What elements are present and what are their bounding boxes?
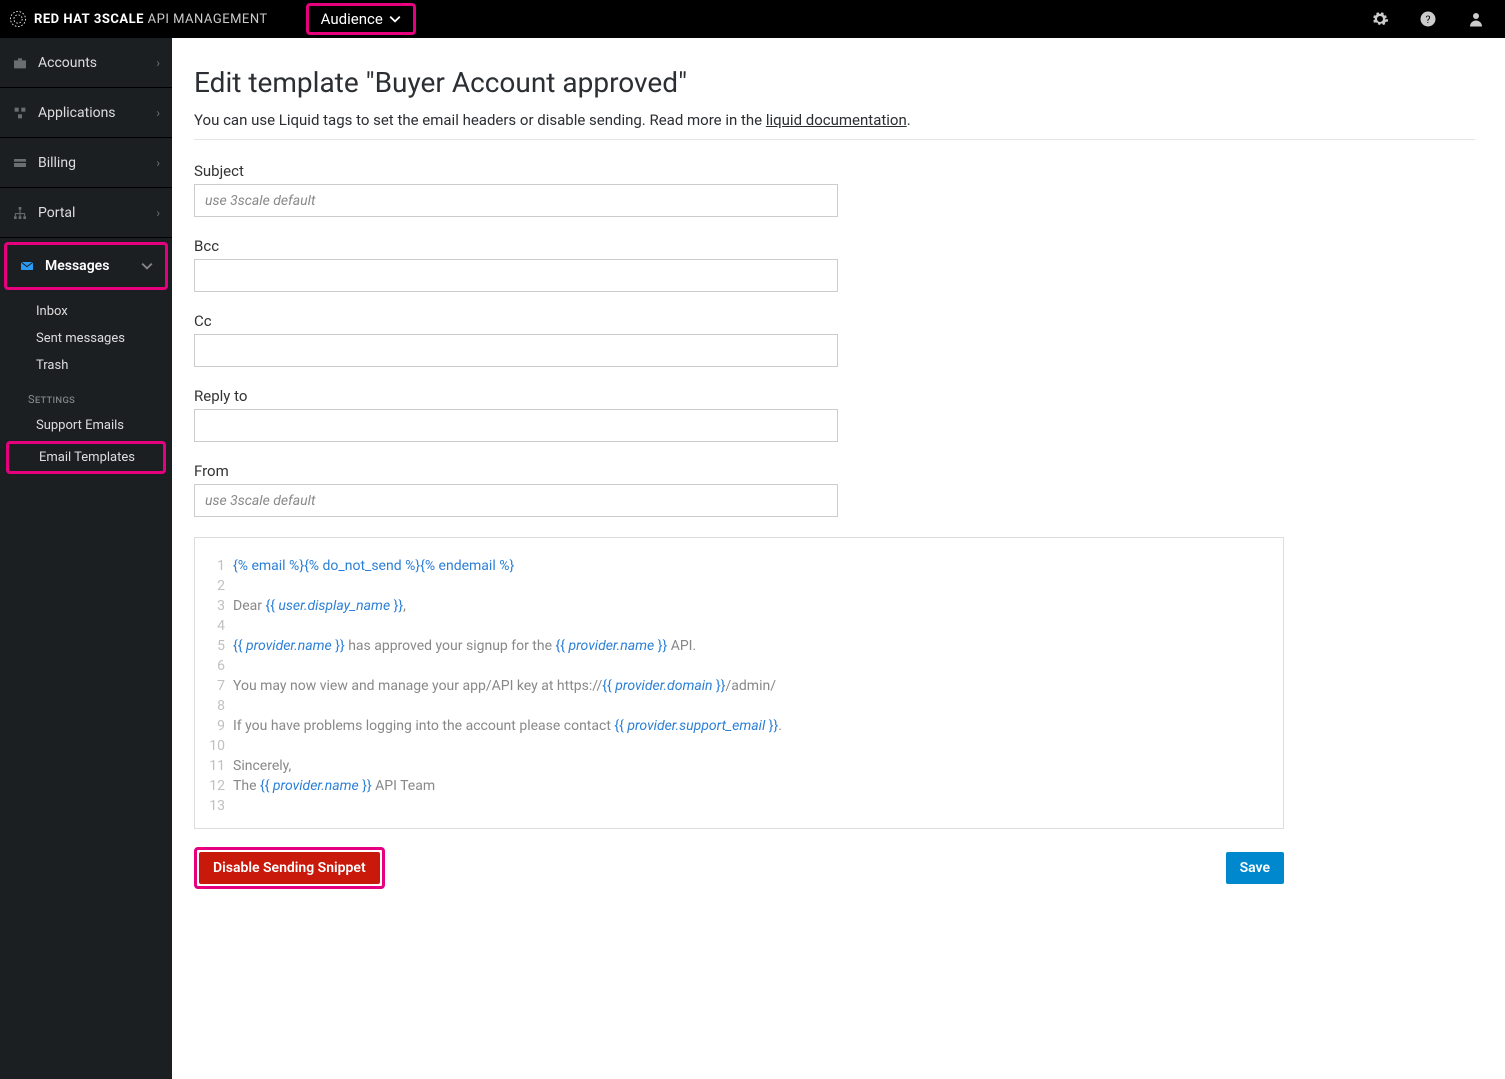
subnav-email-templates[interactable]: Email Templates <box>9 444 163 471</box>
sidebar-item-label: Billing <box>38 155 76 171</box>
subnav-trash[interactable]: Trash <box>0 352 172 379</box>
sidebar-item-label: Portal <box>38 205 75 221</box>
briefcase-icon <box>12 55 28 71</box>
envelope-icon <box>19 258 35 274</box>
gear-icon[interactable] <box>1371 10 1389 28</box>
sidebar-item-label: Applications <box>38 105 116 121</box>
topbar-right: ? <box>1371 10 1495 28</box>
template-editor[interactable]: 1{% email %}{% do_not_send %}{% endemail… <box>194 537 1284 829</box>
messages-subnav: Inbox Sent messages Trash Settings Suppo… <box>0 294 172 486</box>
main-content: Edit template "Buyer Account approved" Y… <box>172 38 1505 1079</box>
sidebar-item-messages[interactable]: Messages <box>7 245 165 287</box>
sidebar: Accounts › Applications › Billing › Port… <box>0 38 172 1079</box>
sidebar-item-accounts[interactable]: Accounts › <box>0 38 172 88</box>
subject-label: Subject <box>194 162 1475 180</box>
cc-label: Cc <box>194 312 1475 330</box>
subnav-inbox[interactable]: Inbox <box>0 298 172 325</box>
subject-input[interactable] <box>194 184 838 217</box>
liquid-doc-link[interactable]: liquid documentation <box>766 111 907 129</box>
chevron-down-icon <box>389 13 401 25</box>
user-icon[interactable] <box>1467 10 1485 28</box>
svg-text:?: ? <box>1426 13 1431 26</box>
sidebar-item-label: Messages <box>45 258 109 274</box>
help-icon[interactable]: ? <box>1419 10 1437 28</box>
card-icon <box>12 155 28 171</box>
bcc-label: Bcc <box>194 237 1475 255</box>
audience-dropdown[interactable]: Audience <box>309 6 413 32</box>
action-bar: Disable Sending Snippet Save <box>194 847 1284 909</box>
chevron-right-icon: › <box>156 106 160 120</box>
chevron-right-icon: › <box>156 56 160 70</box>
page-title: Edit template "Buyer Account approved" <box>194 66 1475 99</box>
cubes-icon <box>12 105 28 121</box>
sidebar-item-applications[interactable]: Applications › <box>0 88 172 138</box>
reply-to-label: Reply to <box>194 387 1475 405</box>
sidebar-item-portal[interactable]: Portal › <box>0 188 172 238</box>
sidebar-item-label: Accounts <box>38 55 97 71</box>
sitemap-icon <box>12 205 28 221</box>
subnav-support-emails[interactable]: Support Emails <box>0 412 172 439</box>
chevron-right-icon: › <box>156 206 160 220</box>
chevron-down-icon <box>141 260 153 272</box>
cc-input[interactable] <box>194 334 838 367</box>
topbar: RED HAT 3SCALE API MANAGEMENT Audience ? <box>0 0 1505 38</box>
redhat-logo-icon <box>8 9 28 29</box>
chevron-right-icon: › <box>156 156 160 170</box>
brand-text: RED HAT 3SCALE API MANAGEMENT <box>34 12 268 27</box>
disable-sending-button[interactable]: Disable Sending Snippet <box>199 852 380 884</box>
page-hint: You can use Liquid tags to set the email… <box>194 111 1475 129</box>
from-input[interactable] <box>194 484 838 517</box>
sidebar-item-billing[interactable]: Billing › <box>0 138 172 188</box>
divider <box>194 139 1475 140</box>
bcc-input[interactable] <box>194 259 838 292</box>
subnav-sent[interactable]: Sent messages <box>0 325 172 352</box>
subnav-settings-head: Settings <box>0 379 172 412</box>
reply-to-input[interactable] <box>194 409 838 442</box>
from-label: From <box>194 462 1475 480</box>
save-button[interactable]: Save <box>1226 852 1284 884</box>
